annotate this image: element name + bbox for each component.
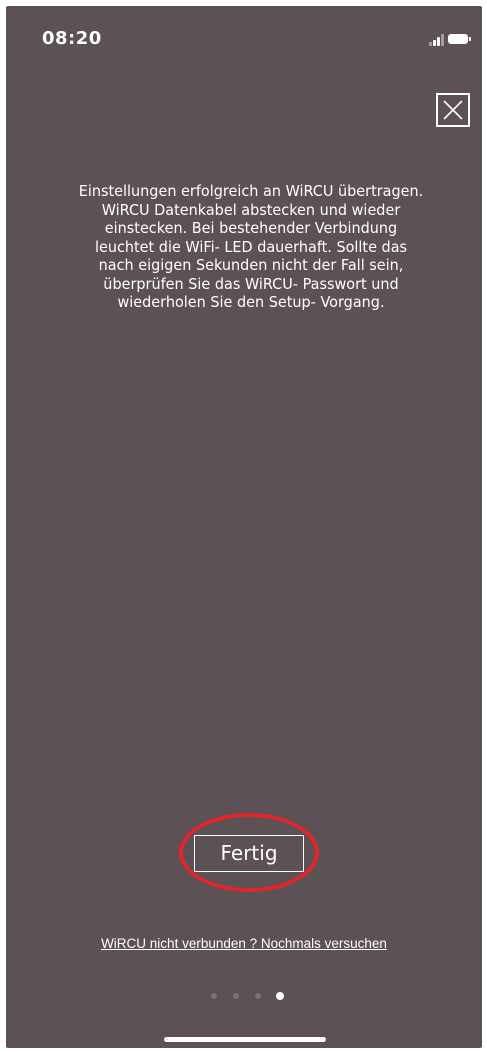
battery-icon: [448, 34, 471, 44]
cellular-signal-icon: [429, 34, 445, 46]
retry-connection-link[interactable]: WiRCU nicht verbunden ? Nochmals versuch…: [6, 936, 482, 951]
page-dot: [255, 993, 261, 999]
home-indicator[interactable]: [164, 1037, 326, 1042]
close-button[interactable]: [436, 93, 470, 127]
page-indicator: [211, 991, 291, 1001]
page-dot-active: [276, 992, 284, 1000]
app-screen: 08:20 Einstellungen erfolgreich an WiRCU…: [6, 6, 482, 1048]
page-dot: [233, 993, 239, 999]
status-bar: 08:20: [6, 6, 482, 66]
page-dot: [211, 993, 217, 999]
status-time: 08:20: [42, 28, 102, 49]
close-icon: [443, 100, 463, 120]
done-button[interactable]: Fertig: [194, 835, 304, 872]
setup-success-message: Einstellungen erfolgreich an WiRCU übert…: [78, 182, 424, 311]
